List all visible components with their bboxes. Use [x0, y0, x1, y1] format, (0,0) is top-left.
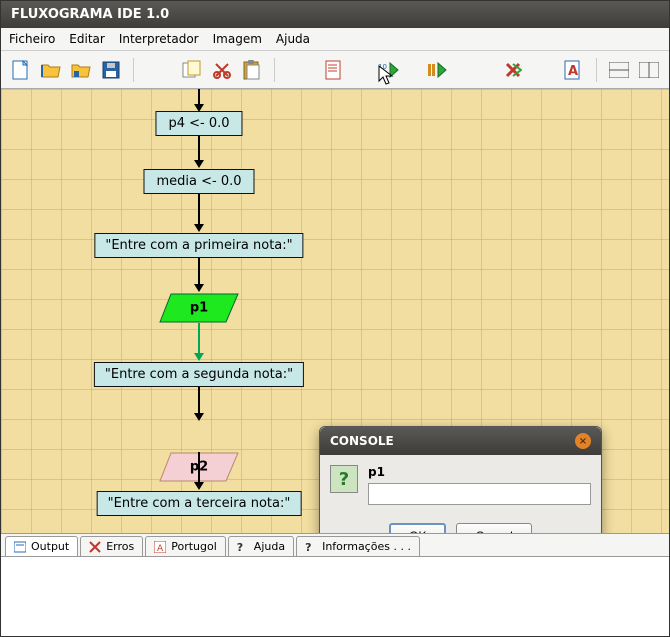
- assign-text: p4 <- 0.0: [168, 116, 229, 131]
- app-window: FLUXOGRAMA IDE 1.0 Ficheiro Editar Inter…: [0, 0, 670, 637]
- tab-label: Erros: [106, 540, 134, 553]
- stop-icon[interactable]: [501, 58, 525, 82]
- menu-edit[interactable]: Editar: [69, 32, 105, 46]
- output-node-3[interactable]: "Entre com a terceira nota:": [97, 491, 302, 516]
- assign-node-p4[interactable]: p4 <- 0.0: [155, 111, 242, 136]
- menubar: Ficheiro Editar Interpretador Imagem Aju…: [1, 28, 669, 51]
- tab-help[interactable]: ? Ajuda: [228, 536, 294, 556]
- output-text: "Entre com a primeira nota:": [105, 238, 292, 253]
- tab-label: Output: [31, 540, 69, 553]
- console-input[interactable]: [368, 483, 591, 505]
- output-text: "Entre com a segunda nota:": [105, 367, 293, 382]
- ok-button[interactable]: OK: [389, 523, 446, 533]
- step-icon[interactable]: [425, 58, 449, 82]
- input-node-p1[interactable]: p1: [159, 293, 239, 323]
- new-file-icon[interactable]: [9, 58, 33, 82]
- dialog-title-text: CONSOLE: [330, 434, 394, 448]
- tab-errors[interactable]: Erros: [80, 536, 143, 556]
- output-panel[interactable]: [1, 556, 669, 636]
- assign-text: media <- 0.0: [156, 174, 241, 189]
- bottom-tabs: Output Erros A Portugol ? Ajuda ? Inform…: [1, 533, 669, 556]
- dialog-titlebar[interactable]: CONSOLE ×: [320, 427, 601, 455]
- style-icon[interactable]: A: [562, 58, 586, 82]
- tab-label: Informações . . .: [322, 540, 411, 553]
- input-label: p1: [190, 301, 208, 316]
- split-v-icon[interactable]: [637, 58, 661, 82]
- separator: [274, 58, 275, 82]
- output-node-2[interactable]: "Entre com a segunda nota:": [94, 362, 304, 387]
- tab-info[interactable]: ? Informações . . .: [296, 536, 420, 556]
- close-icon[interactable]: ×: [575, 433, 591, 449]
- document-icon[interactable]: [321, 58, 345, 82]
- scissors-icon[interactable]: [210, 58, 234, 82]
- paste-icon[interactable]: [240, 58, 264, 82]
- question-icon: ?: [330, 465, 358, 493]
- info-tab-icon: ?: [305, 541, 317, 553]
- flowchart-canvas[interactable]: p4 <- 0.0 media <- 0.0 "Entre com a prim…: [1, 89, 669, 533]
- svg-text:A: A: [157, 544, 164, 553]
- prompt-label: p1: [368, 465, 591, 479]
- separator: [133, 58, 134, 82]
- svg-text:A: A: [568, 64, 578, 79]
- tab-label: Ajuda: [254, 540, 285, 553]
- open-folder-icon[interactable]: [39, 58, 63, 82]
- tab-output[interactable]: Output: [5, 536, 78, 556]
- output-text: "Entre com a terceira nota:": [108, 496, 291, 511]
- menu-interpreter[interactable]: Interpretador: [119, 32, 199, 46]
- output-node-1[interactable]: "Entre com a primeira nota:": [94, 233, 303, 258]
- menu-help[interactable]: Ajuda: [276, 32, 310, 46]
- error-tab-icon: [89, 541, 101, 553]
- titlebar: FLUXOGRAMA IDE 1.0: [1, 1, 669, 28]
- toolbar: 1001 A: [1, 51, 669, 89]
- svg-text:01: 01: [378, 70, 387, 78]
- split-h-icon[interactable]: [607, 58, 631, 82]
- console-dialog: CONSOLE × ? p1 OK Cancel: [319, 426, 602, 533]
- tab-label: Portugol: [171, 540, 217, 553]
- assign-node-media[interactable]: media <- 0.0: [143, 169, 254, 194]
- output-tab-icon: [14, 541, 26, 553]
- run-icon[interactable]: 1001: [377, 58, 401, 82]
- save-folder-icon[interactable]: [69, 58, 93, 82]
- copy-icon[interactable]: [180, 58, 204, 82]
- menu-file[interactable]: Ficheiro: [9, 32, 55, 46]
- menu-image[interactable]: Imagem: [213, 32, 262, 46]
- portugol-tab-icon: A: [154, 541, 166, 553]
- cancel-button[interactable]: Cancel: [456, 523, 531, 533]
- app-title: FLUXOGRAMA IDE 1.0: [11, 7, 169, 22]
- diskette-icon[interactable]: [99, 58, 123, 82]
- help-tab-icon: ?: [237, 541, 249, 553]
- separator: [596, 58, 597, 82]
- tab-portugol[interactable]: A Portugol: [145, 536, 226, 556]
